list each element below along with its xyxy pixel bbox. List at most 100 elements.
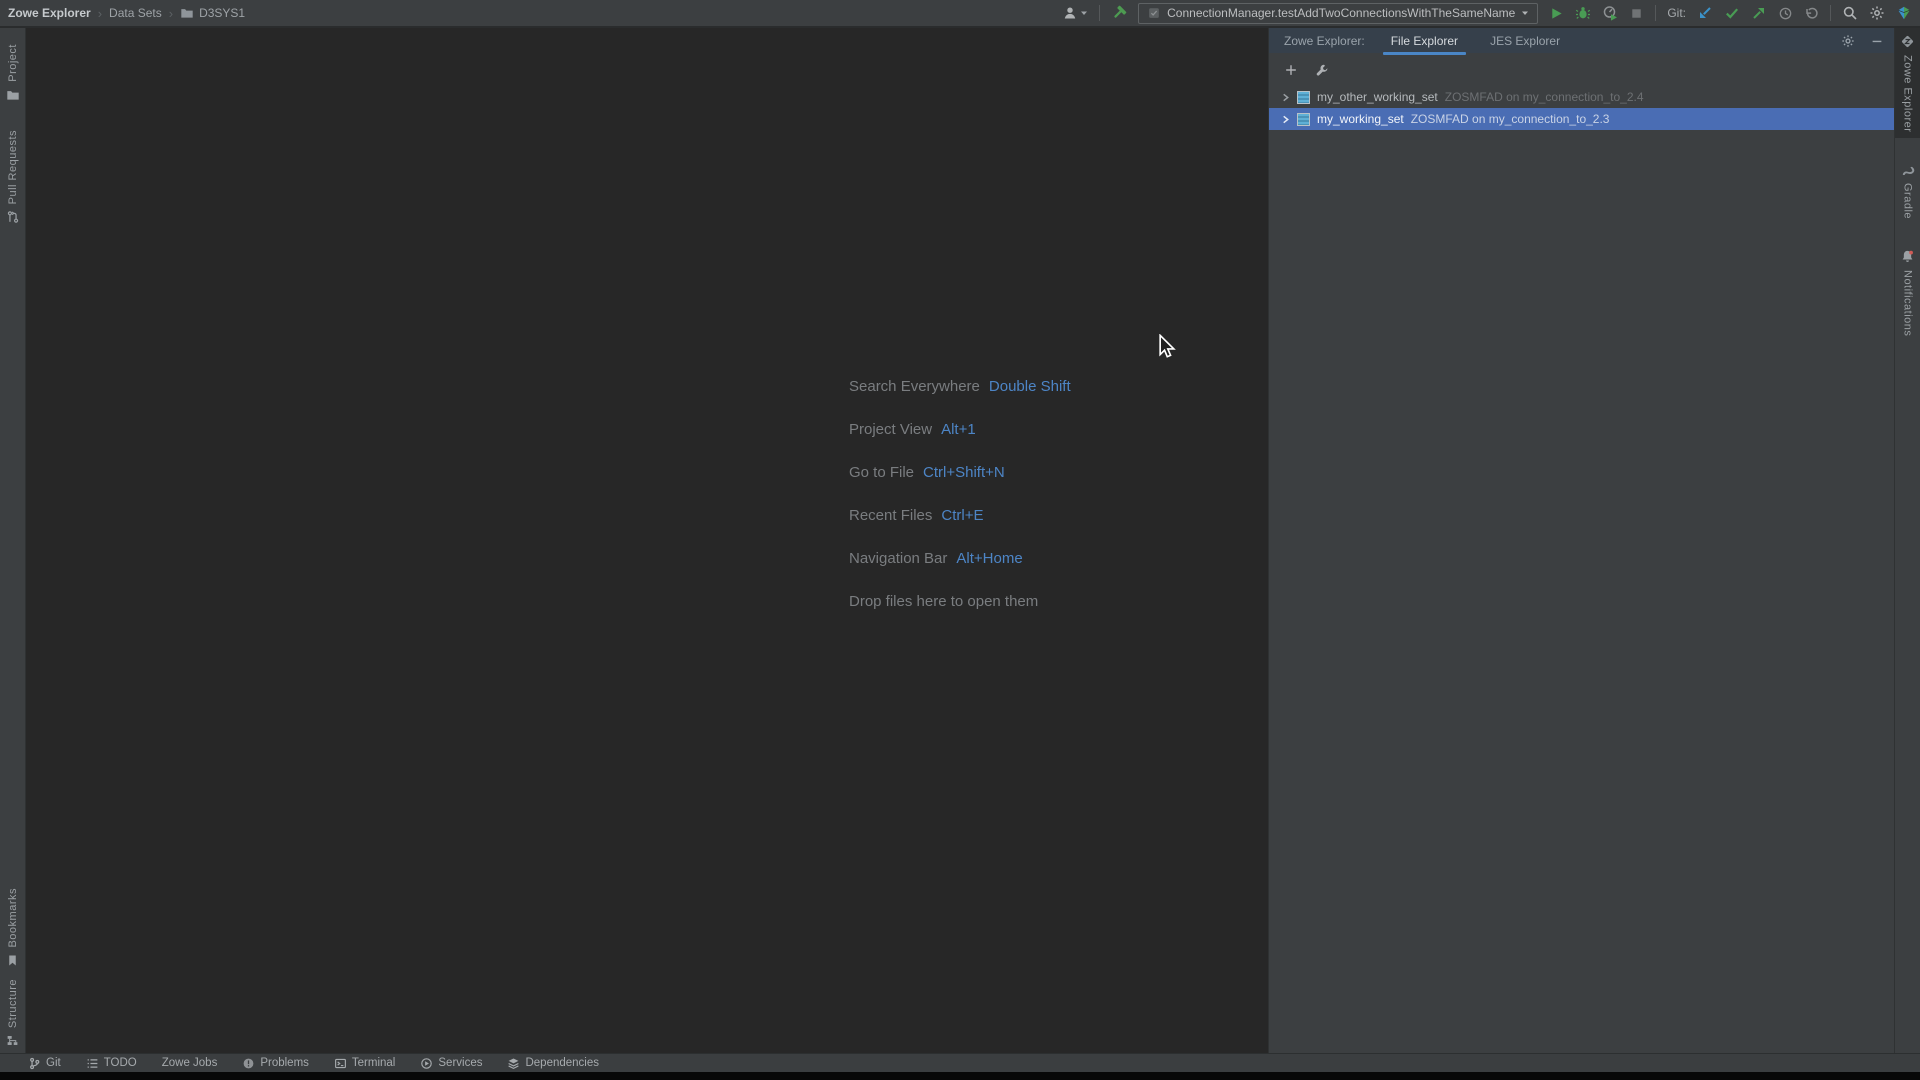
- gradle-icon: [1900, 162, 1915, 177]
- settings-wrench-button[interactable]: [1315, 63, 1329, 77]
- zowe-explorer-tool-window: Zowe Explorer: File Explorer JES Explore…: [1268, 28, 1894, 1053]
- sidebar-item-gradle[interactable]: Gradle: [1895, 156, 1920, 225]
- profile-menu-button[interactable]: [1062, 5, 1088, 21]
- main-toolbar: Zowe Explorer › Data Sets › D3SYS1 Conne…: [0, 0, 1920, 28]
- shortcut-keys: Ctrl+E: [941, 507, 984, 524]
- folder-icon: [180, 6, 194, 20]
- folder-icon: [6, 88, 20, 102]
- tree-row-my-working-set[interactable]: my_working_set ZOSMFAD on my_connection_…: [1269, 108, 1894, 130]
- breadcrumb-item-data-sets[interactable]: Data Sets: [109, 6, 162, 20]
- statusbar-item-terminal[interactable]: Terminal: [334, 1057, 395, 1070]
- stop-button[interactable]: [1629, 6, 1644, 21]
- sidebar-item-label: Pull Requests: [6, 129, 19, 205]
- settings-button[interactable]: [1869, 5, 1885, 21]
- run-configuration-name: ConnectionManager.testAddTwoConnectionsW…: [1167, 6, 1516, 20]
- working-set-icon: [1297, 112, 1310, 126]
- sidebar-item-pull-requests[interactable]: Pull Requests: [0, 124, 25, 230]
- sidebar-item-label: Bookmarks: [6, 888, 19, 948]
- sidebar-item-notifications[interactable]: Notifications: [1895, 243, 1920, 342]
- stop-icon: [1629, 6, 1644, 21]
- person-icon: [1062, 5, 1078, 21]
- statusbar-item-git[interactable]: Git: [28, 1057, 61, 1070]
- working-set-name: my_working_set: [1317, 112, 1404, 126]
- arrow-up-right-icon: [1751, 5, 1767, 21]
- gear-icon: [1869, 5, 1885, 21]
- chevron-right-icon[interactable]: [1281, 115, 1290, 124]
- statusbar-item-problems[interactable]: Problems: [242, 1057, 309, 1070]
- pull-request-icon: [6, 210, 20, 224]
- toolbar-divider: [1099, 5, 1101, 21]
- sidebar-item-bookmarks[interactable]: Bookmarks: [0, 882, 25, 973]
- minimize-icon[interactable]: [1870, 34, 1884, 48]
- structure-icon: [6, 1034, 19, 1047]
- tree-row-my-other-working-set[interactable]: my_other_working_set ZOSMFAD on my_conne…: [1269, 86, 1894, 108]
- statusbar-item-todo[interactable]: TODO: [86, 1057, 137, 1070]
- editor-empty-area: Search Everywhere Double Shift Project V…: [27, 28, 1268, 1053]
- mouse-cursor: [1158, 334, 1176, 360]
- checkmark-icon: [1724, 5, 1740, 21]
- git-commit-button[interactable]: [1724, 5, 1740, 21]
- breadcrumb-item-d3sys1[interactable]: D3SYS1: [180, 6, 245, 20]
- run-config-icon: [1147, 6, 1161, 20]
- statusbar-item-dependencies[interactable]: Dependencies: [507, 1057, 599, 1070]
- sidebar-item-label: Notifications: [1901, 270, 1914, 337]
- ide-features-button[interactable]: [1896, 5, 1912, 21]
- toolbar-divider: [1655, 5, 1657, 21]
- search-everywhere-button[interactable]: [1842, 5, 1858, 21]
- tab-jes-explorer[interactable]: JES Explorer: [1490, 34, 1560, 48]
- tab-file-explorer[interactable]: File Explorer: [1382, 34, 1467, 55]
- git-push-button[interactable]: [1751, 5, 1767, 21]
- statusbar-item-zowe-jobs[interactable]: Zowe Jobs: [162, 1057, 218, 1069]
- git-label: Git:: [1667, 6, 1686, 20]
- undo-icon: [1804, 6, 1819, 21]
- working-set-icon: [1297, 90, 1310, 104]
- statusbar-item-label: Zowe Jobs: [161, 1057, 218, 1069]
- breadcrumb: Zowe Explorer › Data Sets › D3SYS1: [8, 6, 245, 21]
- statusbar-item-label: TODO: [103, 1057, 137, 1069]
- terminal-icon: [334, 1057, 347, 1070]
- shortcut-keys: Alt+Home: [956, 550, 1023, 567]
- statusbar-item-label: Terminal: [351, 1057, 396, 1069]
- chevron-right-icon[interactable]: [1281, 93, 1290, 102]
- drop-files-hint: Drop files here to open them: [849, 593, 1039, 610]
- shortcut-label: Recent Files: [849, 507, 933, 524]
- add-working-set-button[interactable]: [1284, 63, 1298, 77]
- panel-toolbar: [1269, 53, 1894, 86]
- sidebar-item-structure[interactable]: Structure: [0, 973, 25, 1053]
- debug-button[interactable]: [1575, 5, 1591, 21]
- tool-window-header: Zowe Explorer: File Explorer JES Explore…: [1269, 28, 1894, 55]
- profiler-button[interactable]: [1602, 5, 1618, 21]
- rollback-button[interactable]: [1804, 6, 1819, 21]
- history-button[interactable]: [1778, 6, 1793, 21]
- sidebar-item-zowe-explorer[interactable]: Zowe Explorer: [1895, 28, 1920, 139]
- git-branch-icon: [28, 1057, 41, 1070]
- tool-window-title: Zowe Explorer:: [1284, 33, 1365, 48]
- shortcut-label: Project View: [849, 421, 933, 438]
- hammer-icon: [1111, 5, 1127, 21]
- bookmark-icon: [6, 954, 19, 967]
- run-configuration-select[interactable]: ConnectionManager.testAddTwoConnectionsW…: [1138, 2, 1539, 24]
- git-update-button[interactable]: [1697, 5, 1713, 21]
- left-tool-window-stripe: Project Pull Requests Bookmarks Structur…: [0, 28, 26, 1053]
- sidebar-item-label: Structure: [6, 978, 19, 1028]
- breadcrumb-item-zowe-explorer[interactable]: Zowe Explorer: [8, 6, 91, 20]
- zowe-icon: [1900, 34, 1915, 49]
- statusbar-item-services[interactable]: Services: [420, 1057, 482, 1070]
- bug-icon: [1575, 5, 1591, 21]
- todo-list-icon: [86, 1057, 99, 1070]
- toolbar-divider: [1830, 5, 1831, 21]
- working-sets-tree: my_other_working_set ZOSMFAD on my_conne…: [1269, 86, 1894, 130]
- arrow-down-left-icon: [1697, 5, 1713, 21]
- run-button[interactable]: [1549, 6, 1564, 21]
- panel-settings-button[interactable]: [1841, 34, 1855, 48]
- profiler-icon: [1602, 5, 1618, 21]
- shortcut-label: Navigation Bar: [849, 550, 948, 567]
- working-set-detail: ZOSMFAD on my_connection_to_2.4: [1444, 90, 1644, 104]
- chevron-down-icon: [1080, 9, 1088, 17]
- build-button[interactable]: [1111, 5, 1127, 21]
- sidebar-item-project[interactable]: Project: [0, 38, 25, 108]
- shortcut-keys: Alt+1: [941, 421, 976, 438]
- statusbar-item-label: Problems: [260, 1057, 309, 1069]
- error-circle-icon: [242, 1057, 255, 1070]
- sidebar-item-label: Project: [6, 44, 19, 82]
